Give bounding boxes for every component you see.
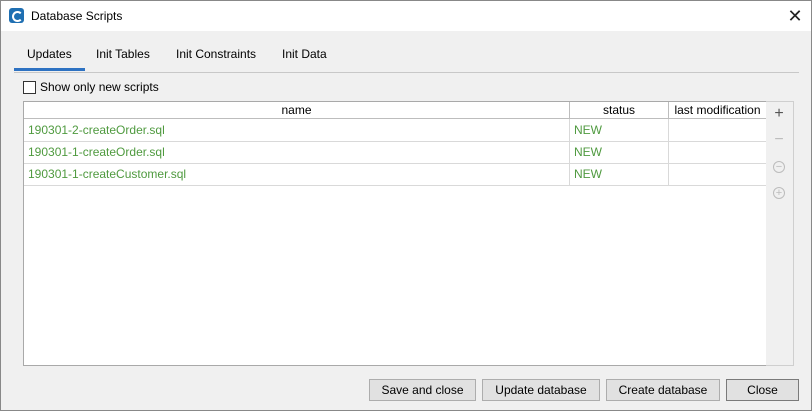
tab-bar: Updates Init Tables Init Constraints Ini… bbox=[14, 39, 799, 73]
tab-init-data[interactable]: Init Data bbox=[269, 39, 340, 69]
tab-updates[interactable]: Updates bbox=[14, 39, 85, 71]
table-row[interactable]: 190301-1-createCustomer.sql NEW bbox=[24, 163, 766, 186]
script-status-cell: NEW bbox=[570, 141, 669, 163]
update-database-button[interactable]: Update database bbox=[482, 379, 600, 401]
tab-init-tables[interactable]: Init Tables bbox=[83, 39, 163, 69]
plus-icon[interactable]: + bbox=[772, 106, 786, 122]
add-circle-icon[interactable]: + bbox=[773, 187, 785, 199]
table-row[interactable]: 190301-1-createOrder.sql NEW bbox=[24, 141, 766, 164]
tab-init-constraints[interactable]: Init Constraints bbox=[163, 39, 269, 69]
create-database-button[interactable]: Create database bbox=[606, 379, 720, 401]
script-modified-cell bbox=[669, 119, 766, 141]
show-new-scripts-label[interactable]: Show only new scripts bbox=[40, 80, 159, 94]
script-modified-cell bbox=[669, 141, 766, 163]
table-header: name status last modification bbox=[24, 102, 766, 119]
script-name-cell: 190301-1-createOrder.sql bbox=[24, 141, 570, 163]
title-bar: Database Scripts ✕ bbox=[1, 1, 811, 31]
script-name-cell: 190301-2-createOrder.sql bbox=[24, 119, 570, 141]
close-window-icon[interactable]: ✕ bbox=[785, 6, 805, 26]
column-header-status[interactable]: status bbox=[570, 102, 669, 118]
remove-circle-icon[interactable]: − bbox=[773, 161, 785, 173]
column-header-last-modification[interactable]: last modification bbox=[669, 102, 766, 118]
database-scripts-dialog: Database Scripts ✕ Updates Init Tables I… bbox=[0, 0, 812, 411]
minus-icon[interactable]: − bbox=[772, 132, 786, 148]
table-row[interactable]: 190301-2-createOrder.sql NEW bbox=[24, 119, 766, 142]
window-title: Database Scripts bbox=[31, 9, 123, 23]
column-header-name[interactable]: name bbox=[24, 102, 570, 118]
scripts-table: name status last modification 190301-2-c… bbox=[23, 101, 767, 366]
script-modified-cell bbox=[669, 163, 766, 185]
save-and-close-button[interactable]: Save and close bbox=[369, 379, 476, 401]
table-tools: + − − + bbox=[766, 101, 794, 366]
show-new-scripts-checkbox[interactable] bbox=[23, 81, 36, 94]
script-name-cell: 190301-1-createCustomer.sql bbox=[24, 163, 570, 185]
script-status-cell: NEW bbox=[570, 119, 669, 141]
close-button[interactable]: Close bbox=[726, 379, 799, 401]
app-logo-icon bbox=[9, 8, 24, 23]
script-status-cell: NEW bbox=[570, 163, 669, 185]
